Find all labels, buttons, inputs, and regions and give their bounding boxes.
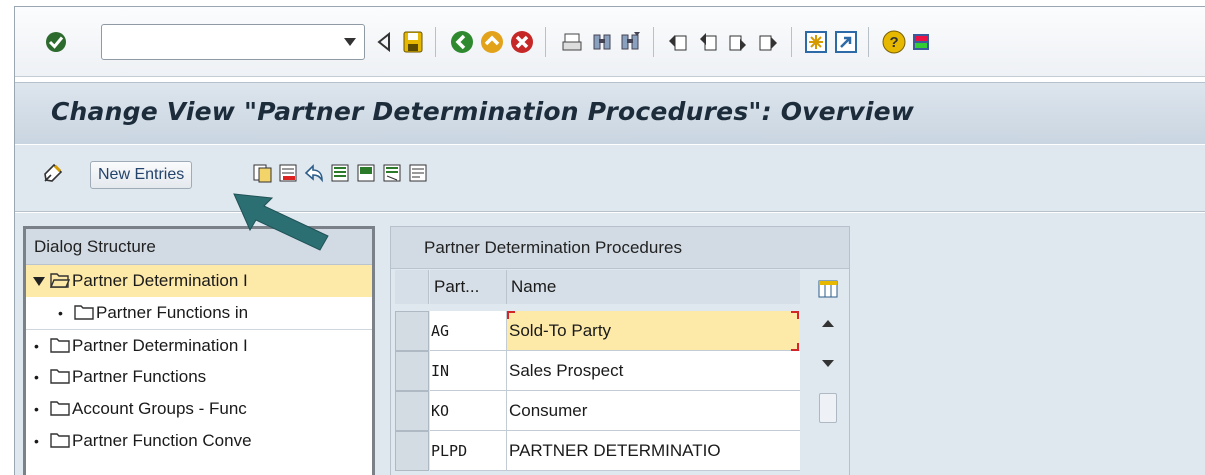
table-row[interactable]: PLPD PARTNER DETERMINATIO <box>391 431 801 471</box>
folder-icon <box>74 305 94 320</box>
tree-item-partner-determination-procedures[interactable]: Partner Determination I <box>26 265 372 297</box>
svg-text:?: ? <box>890 34 899 51</box>
cell-name[interactable]: Sold-To Party <box>507 311 800 351</box>
delete-icon[interactable] <box>277 162 299 184</box>
tree-item-account-groups[interactable]: • Account Groups - Func <box>26 393 372 425</box>
folder-icon <box>50 401 70 416</box>
open-folder-icon <box>50 273 70 288</box>
find-icon[interactable] <box>589 29 615 55</box>
details-icon[interactable] <box>407 162 429 184</box>
row-selector[interactable] <box>395 311 429 351</box>
column-header-code[interactable]: Part... <box>430 270 507 304</box>
exit-icon[interactable] <box>479 29 505 55</box>
bullet-icon: • <box>34 401 39 417</box>
first-page-icon[interactable] <box>665 29 691 55</box>
focus-corner <box>791 343 799 351</box>
select-all-rows-header[interactable] <box>395 270 429 304</box>
cell-code[interactable]: PLPD <box>430 431 507 471</box>
deselect-all-icon[interactable] <box>381 162 403 184</box>
bullet-icon: • <box>34 369 39 385</box>
new-session-icon[interactable] <box>803 29 829 55</box>
folder-icon <box>50 433 70 448</box>
title-bar: Change View "Partner Determination Proce… <box>15 82 1205 144</box>
print-icon[interactable] <box>559 29 585 55</box>
tree-item-partner-function-conversion[interactable]: • Partner Function Conve <box>26 425 372 457</box>
chevron-down-icon[interactable] <box>344 38 356 46</box>
undo-icon[interactable] <box>303 162 325 184</box>
select-block-icon[interactable] <box>355 162 377 184</box>
bullet-icon: • <box>34 433 39 449</box>
tree-item-partner-functions[interactable]: • Partner Functions <box>26 361 372 393</box>
command-field[interactable] <box>101 24 365 60</box>
column-header-name[interactable]: Name <box>507 270 800 304</box>
row-selector[interactable] <box>395 431 429 471</box>
cell-name[interactable]: PARTNER DETERMINATIO <box>507 431 800 471</box>
display-change-icon[interactable] <box>42 162 64 184</box>
table-row[interactable]: KO Consumer <box>391 391 801 431</box>
tree-item-label: Partner Function Conve <box>72 431 252 450</box>
tree-item-label: Partner Determination I <box>72 271 248 290</box>
save-icon[interactable] <box>400 29 426 55</box>
cell-name[interactable]: Consumer <box>507 391 800 431</box>
expand-triangle-icon[interactable] <box>33 277 45 286</box>
table-title: Partner Determination Procedures <box>391 227 849 269</box>
tree-item-partner-functions-in-procedure[interactable]: • Partner Functions in <box>26 297 372 329</box>
tree-item-partner-determination-assignment[interactable]: • Partner Determination I <box>26 329 372 361</box>
scroll-thumb[interactable] <box>819 393 837 423</box>
row-selector[interactable] <box>395 351 429 391</box>
copy-icon[interactable] <box>251 162 273 184</box>
customize-layout-icon[interactable] <box>909 29 935 55</box>
previous-page-icon[interactable] <box>695 29 721 55</box>
tree-item-label: Partner Determination I <box>72 336 248 355</box>
tree-item-label: Partner Functions <box>72 367 207 386</box>
find-next-icon[interactable] <box>617 29 643 55</box>
table-row[interactable]: AG Sold-To Party <box>391 311 801 351</box>
new-entries-button[interactable]: New Entries <box>90 161 193 189</box>
focus-corner <box>791 311 799 319</box>
annotation-arrow <box>233 193 329 251</box>
bullet-icon: • <box>34 338 39 354</box>
page-title: Change View "Partner Determination Proce… <box>51 97 915 126</box>
tree-item-label: Partner Functions in <box>96 303 249 322</box>
help-icon[interactable]: ? <box>881 29 907 55</box>
back-icon[interactable] <box>449 29 475 55</box>
application-toolbar: New Entries <box>15 145 1205 212</box>
scroll-up-icon[interactable] <box>822 320 834 327</box>
checkmark-icon[interactable] <box>43 29 69 55</box>
table-settings-icon[interactable] <box>818 280 838 298</box>
focus-corner <box>507 311 515 319</box>
next-page-icon[interactable] <box>725 29 751 55</box>
cell-code[interactable]: KO <box>430 391 507 431</box>
cell-code[interactable]: AG <box>430 311 507 351</box>
select-all-icon[interactable] <box>329 162 351 184</box>
vertical-scrollbar[interactable] <box>813 310 843 475</box>
folder-icon <box>50 338 70 353</box>
scroll-down-icon[interactable] <box>822 360 834 367</box>
table-row[interactable]: IN Sales Prospect <box>391 351 801 391</box>
shortcut-icon[interactable] <box>833 29 859 55</box>
system-toolbar: ? <box>15 7 1205 77</box>
last-page-icon[interactable] <box>755 29 781 55</box>
procedures-table: Partner Determination Procedures Part...… <box>390 226 850 475</box>
row-selector[interactable] <box>395 391 429 431</box>
dialog-structure-panel: Dialog Structure Partner Determination I… <box>23 226 375 475</box>
tree-item-label: Account Groups - Func <box>72 399 247 418</box>
cancel-icon[interactable] <box>509 29 535 55</box>
back-triangle-icon[interactable] <box>371 29 397 55</box>
cell-name[interactable]: Sales Prospect <box>507 351 800 391</box>
bullet-icon: • <box>58 305 63 321</box>
folder-icon <box>50 369 70 384</box>
cell-code[interactable]: IN <box>430 351 507 391</box>
